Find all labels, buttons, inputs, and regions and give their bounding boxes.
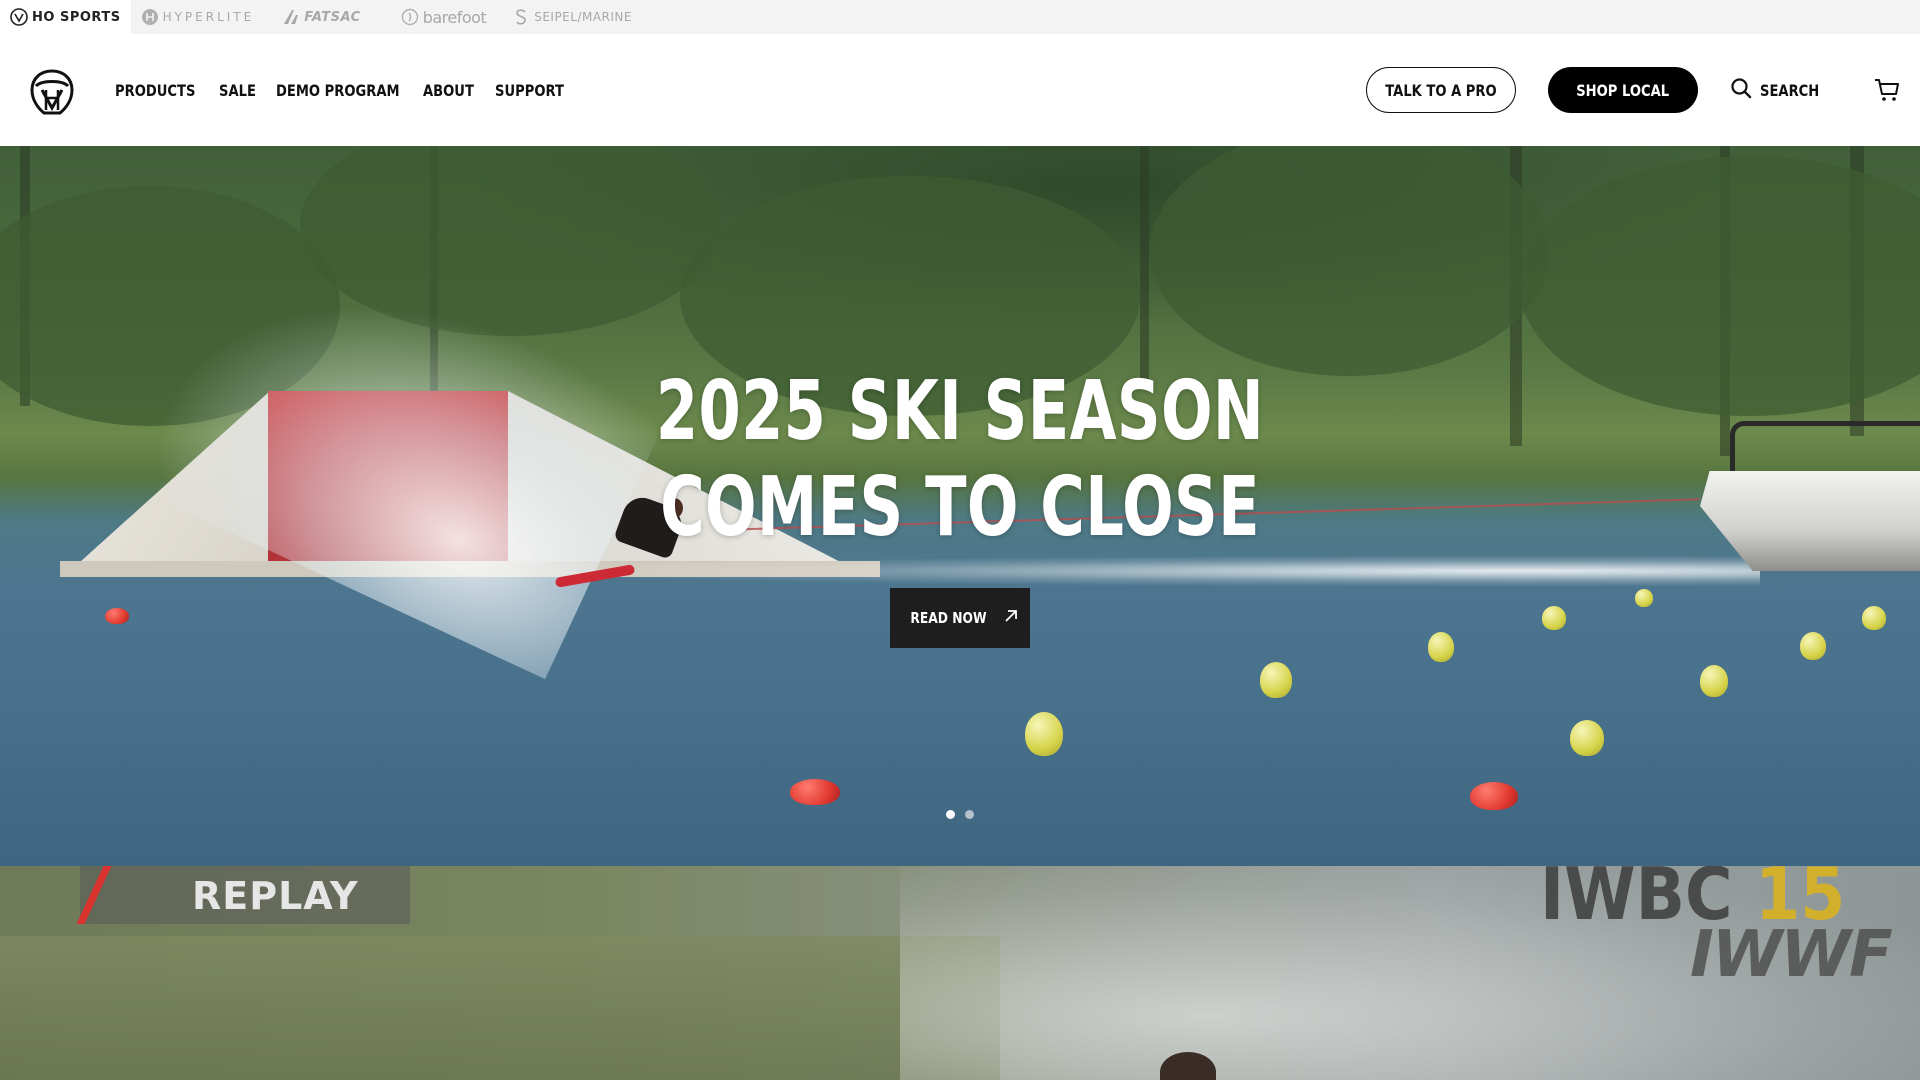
shop-local-button[interactable]: SHOP LOCAL (1548, 67, 1698, 113)
barefoot-icon (401, 8, 419, 26)
brand-ho-sports[interactable]: HO SPORTS (0, 0, 131, 34)
brand-hyperlite[interactable]: HYPERLITE (131, 0, 265, 34)
replay-label: REPLAY (192, 874, 359, 918)
event-video-preview[interactable]: REPLAY IWBC 15 IWWF (0, 866, 1920, 1080)
nav-sale[interactable]: SALE (219, 81, 256, 100)
brand-label: HYPERLITE (162, 10, 255, 24)
ho-sports-helmet-logo[interactable] (28, 68, 76, 116)
brand-seipel-marine[interactable]: SEIPEL/MARINE (502, 0, 642, 34)
brand-label: HO SPORTS (32, 9, 121, 25)
cart-icon[interactable] (1874, 78, 1900, 102)
nav-support[interactable]: SUPPORT (495, 81, 564, 100)
read-now-button[interactable]: READ NOW (890, 588, 1030, 648)
search-icon (1730, 77, 1752, 104)
hyperlite-icon (141, 8, 159, 26)
ho-sports-icon (10, 8, 28, 26)
organizer-logo: IWWF (1690, 918, 1893, 992)
brand-barefoot[interactable]: barefoot (391, 0, 497, 34)
brand-strip: HO SPORTS HYPERLITE FATSAC barefoot SEIP… (0, 0, 1920, 34)
search-label: SEARCH (1760, 80, 1820, 100)
nav-products[interactable]: PRODUCTS (115, 81, 195, 100)
talk-to-a-pro-label: TALK TO A PRO (1385, 80, 1497, 100)
talk-to-a-pro-button[interactable]: TALK TO A PRO (1366, 67, 1516, 113)
main-nav: PRODUCTS SALE DEMO PROGRAM ABOUT SUPPORT (115, 34, 603, 146)
search-button[interactable]: SEARCH (1730, 67, 1832, 113)
nav-about[interactable]: ABOUT (423, 81, 474, 100)
replay-badge: REPLAY (76, 866, 410, 924)
brand-label: SEIPEL/MARINE (534, 10, 632, 24)
carousel-dot-1[interactable] (946, 810, 955, 819)
carousel-pagination (946, 810, 974, 819)
site-header: PRODUCTS SALE DEMO PROGRAM ABOUT SUPPORT… (0, 34, 1920, 146)
nav-demo-program[interactable]: DEMO PROGRAM (276, 81, 400, 100)
seipel-icon (512, 8, 530, 26)
brand-label: FATSAC (304, 9, 361, 25)
shop-local-label: SHOP LOCAL (1576, 80, 1670, 100)
brand-fatsac[interactable]: FATSAC (272, 0, 370, 34)
hero-banner: 2025 SKI SEASON COMES TO CLOSE READ NOW (0, 146, 1920, 866)
carousel-dot-2[interactable] (965, 810, 974, 819)
brand-label: barefoot (422, 7, 487, 27)
fatsac-icon (282, 8, 300, 26)
hero-title: 2025 SKI SEASON COMES TO CLOSE (655, 364, 1265, 555)
arrow-up-right-icon (1004, 609, 1018, 628)
read-now-label: READ NOW (909, 609, 987, 627)
